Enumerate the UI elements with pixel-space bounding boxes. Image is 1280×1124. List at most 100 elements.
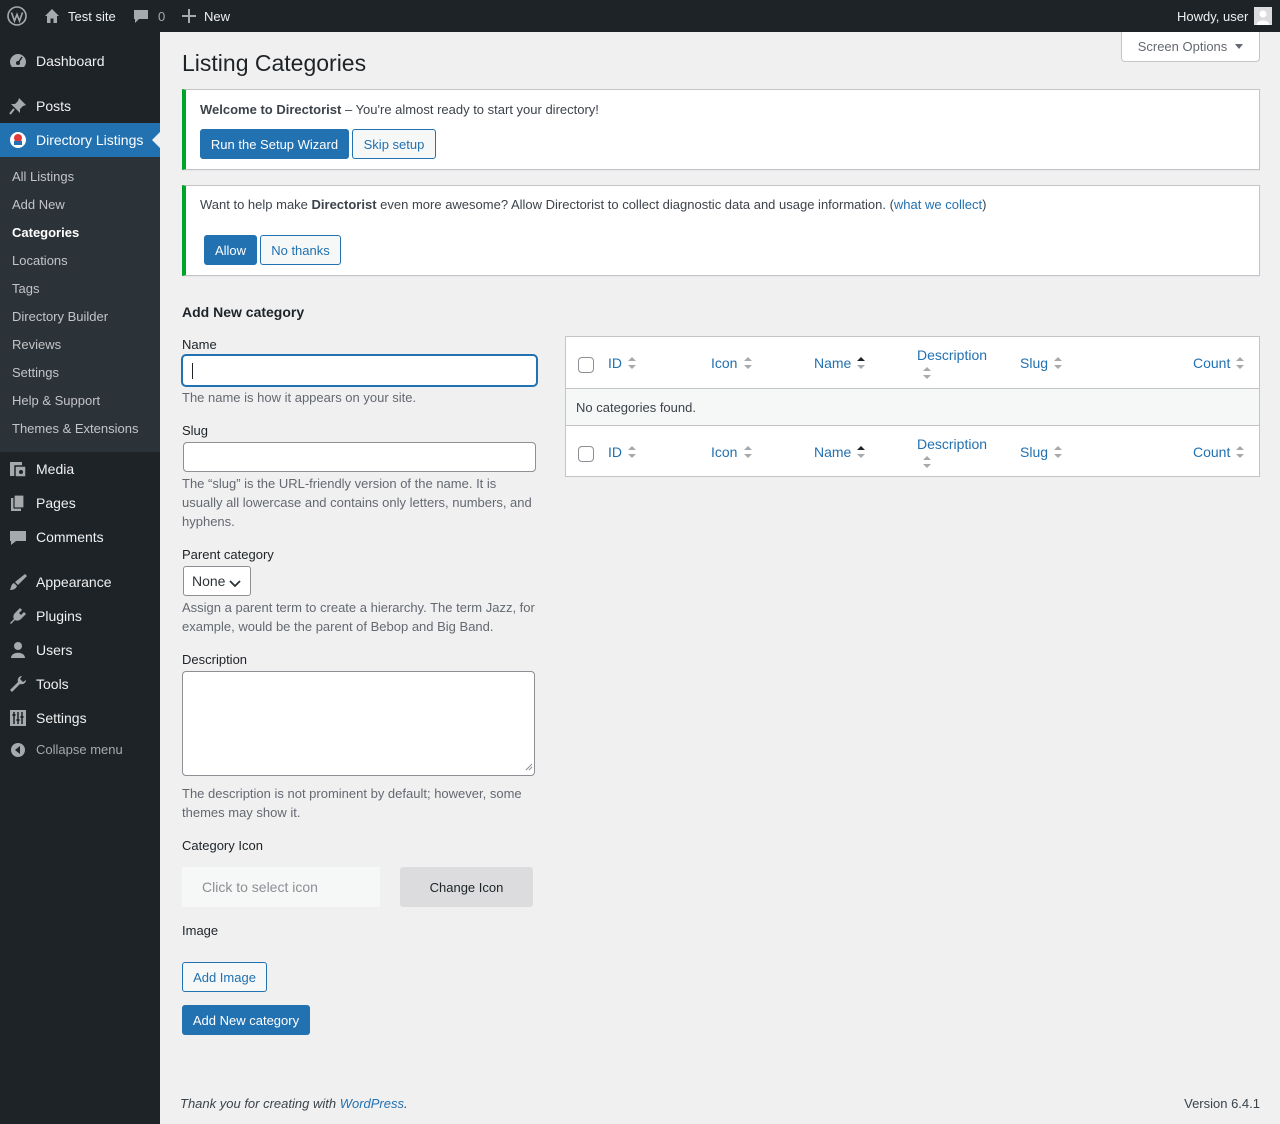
sidebar-item-label: Dashboard: [36, 53, 105, 69]
admin-sidebar: Dashboard Posts Directory Listings All L…: [0, 32, 160, 1124]
sidebar-item-pages[interactable]: Pages: [0, 486, 160, 520]
sidebar-item-tools[interactable]: Tools: [0, 667, 160, 701]
sidebar-item-label: Media: [36, 461, 75, 477]
wordpress-logo-icon[interactable]: [7, 0, 27, 32]
description-description: The description is not prominent by defa…: [182, 786, 522, 820]
sidebar-item-media[interactable]: Media: [0, 452, 160, 486]
site-name-label: Test site: [68, 8, 116, 24]
no-thanks-button[interactable]: No thanks: [260, 235, 341, 265]
sidebar-item-plugins[interactable]: Plugins: [0, 599, 160, 633]
comments-link[interactable]: 0: [133, 0, 165, 32]
pin-icon: [8, 96, 28, 116]
submenu-item-tags[interactable]: Tags: [12, 280, 39, 298]
screen-options-button[interactable]: Screen Options: [1121, 32, 1260, 62]
sidebar-item-label: Settings: [36, 710, 87, 726]
column-name[interactable]: Name: [814, 355, 851, 371]
my-account-link[interactable]: Howdy, user: [1177, 0, 1273, 32]
allow-button[interactable]: Allow: [204, 235, 257, 265]
welcome-notice: Welcome to Directorist – You're almost r…: [182, 89, 1260, 170]
description-textarea[interactable]: [182, 671, 535, 776]
submenu-item-settings[interactable]: Settings: [12, 364, 59, 382]
add-image-button[interactable]: Add Image: [182, 962, 267, 992]
sort-ascending-icon: [856, 355, 866, 371]
column-description[interactable]: Description: [917, 436, 987, 452]
column-slug[interactable]: Slug: [1020, 444, 1048, 460]
user-icon: [8, 640, 28, 660]
sort-icon: [922, 365, 932, 381]
wordpress-link[interactable]: WordPress: [340, 1096, 404, 1111]
sidebar-item-label: Directory Listings: [36, 132, 144, 148]
screen-options-label: Screen Options: [1137, 39, 1228, 54]
sidebar-item-label: Plugins: [36, 608, 82, 624]
sort-icon: [1053, 444, 1063, 460]
column-description[interactable]: Description: [917, 347, 987, 363]
collapse-icon: [10, 742, 26, 761]
page-title: Listing Categories: [182, 50, 367, 76]
avatar: [1254, 7, 1273, 25]
column-count[interactable]: Count: [1193, 355, 1230, 371]
no-items-row: No categories found.: [566, 389, 1259, 425]
sidebar-item-users[interactable]: Users: [0, 633, 160, 667]
plus-icon: [182, 9, 196, 23]
text-caret: [192, 363, 193, 379]
sidebar-item-directory-listings[interactable]: Directory Listings: [0, 123, 160, 157]
new-content-link[interactable]: New: [182, 0, 230, 32]
submenu-item-categories[interactable]: Categories: [12, 224, 79, 242]
column-count[interactable]: Count: [1193, 444, 1230, 460]
new-label: New: [204, 8, 231, 24]
run-setup-wizard-button[interactable]: Run the Setup Wizard: [200, 129, 349, 159]
tracking-notice-text: Want to help make Directorist even more …: [200, 197, 987, 212]
sort-icon: [1235, 355, 1245, 371]
select-all-checkbox[interactable]: [578, 357, 594, 373]
slug-description: The “slug” is the URL-friendly version o…: [182, 476, 532, 529]
sort-ascending-icon: [856, 444, 866, 460]
sidebar-item-settings[interactable]: Settings: [0, 701, 160, 735]
image-label: Image: [182, 923, 219, 938]
submenu-item-reviews[interactable]: Reviews: [12, 336, 61, 354]
skip-setup-button[interactable]: Skip setup: [352, 129, 436, 159]
sort-icon: [627, 355, 637, 371]
column-id[interactable]: ID: [608, 444, 622, 460]
categories-table: ID Icon Name Description Slug Count No c…: [565, 336, 1260, 477]
submenu-item-all-listings[interactable]: All Listings: [12, 168, 74, 186]
what-we-collect-link[interactable]: what we collect: [894, 197, 982, 212]
comment-icon: [133, 8, 149, 24]
home-icon: [44, 8, 60, 24]
sort-icon: [1053, 355, 1063, 371]
footer-version: Version 6.4.1: [1184, 1096, 1260, 1111]
column-slug[interactable]: Slug: [1020, 355, 1048, 371]
collapse-menu-button[interactable]: Collapse menu: [0, 738, 160, 762]
add-new-category-button[interactable]: Add New category: [182, 1005, 310, 1035]
comment-icon: [8, 527, 28, 547]
parent-category-value: None: [192, 573, 226, 589]
submenu-item-directory-builder[interactable]: Directory Builder: [12, 308, 108, 326]
parent-category-select[interactable]: None: [183, 566, 251, 596]
column-icon[interactable]: Icon: [711, 444, 737, 460]
column-id[interactable]: ID: [608, 355, 622, 371]
sidebar-item-dashboard[interactable]: Dashboard: [0, 44, 160, 78]
column-icon[interactable]: Icon: [711, 355, 737, 371]
parent-category-description: Assign a parent term to create a hierarc…: [182, 600, 535, 634]
icon-picker-field[interactable]: Click to select icon: [182, 867, 380, 907]
sort-icon: [922, 454, 932, 470]
name-input[interactable]: [182, 355, 537, 386]
sidebar-item-posts[interactable]: Posts: [0, 89, 160, 123]
resize-handle-icon[interactable]: [525, 759, 533, 774]
submenu-item-add-new[interactable]: Add New: [12, 196, 65, 214]
comments-count: 0: [158, 8, 166, 24]
sidebar-item-comments[interactable]: Comments: [0, 520, 160, 554]
select-all-checkbox[interactable]: [578, 446, 594, 462]
howdy-label: Howdy, user: [1177, 8, 1249, 24]
slug-input[interactable]: [183, 442, 536, 472]
submenu-directory-listings: All Listings Add New Categories Location…: [0, 157, 160, 452]
site-name-link[interactable]: Test site: [44, 0, 116, 32]
submenu-item-help-support[interactable]: Help & Support: [12, 392, 100, 410]
column-name[interactable]: Name: [814, 444, 851, 460]
submenu-item-locations[interactable]: Locations: [12, 252, 68, 270]
collapse-label: Collapse menu: [36, 742, 123, 757]
sidebar-item-appearance[interactable]: Appearance: [0, 565, 160, 599]
sidebar-item-label: Tools: [36, 676, 69, 692]
sort-icon: [1235, 444, 1245, 460]
submenu-item-themes-extensions[interactable]: Themes & Extensions: [12, 420, 138, 438]
change-icon-button[interactable]: Change Icon: [400, 867, 533, 907]
